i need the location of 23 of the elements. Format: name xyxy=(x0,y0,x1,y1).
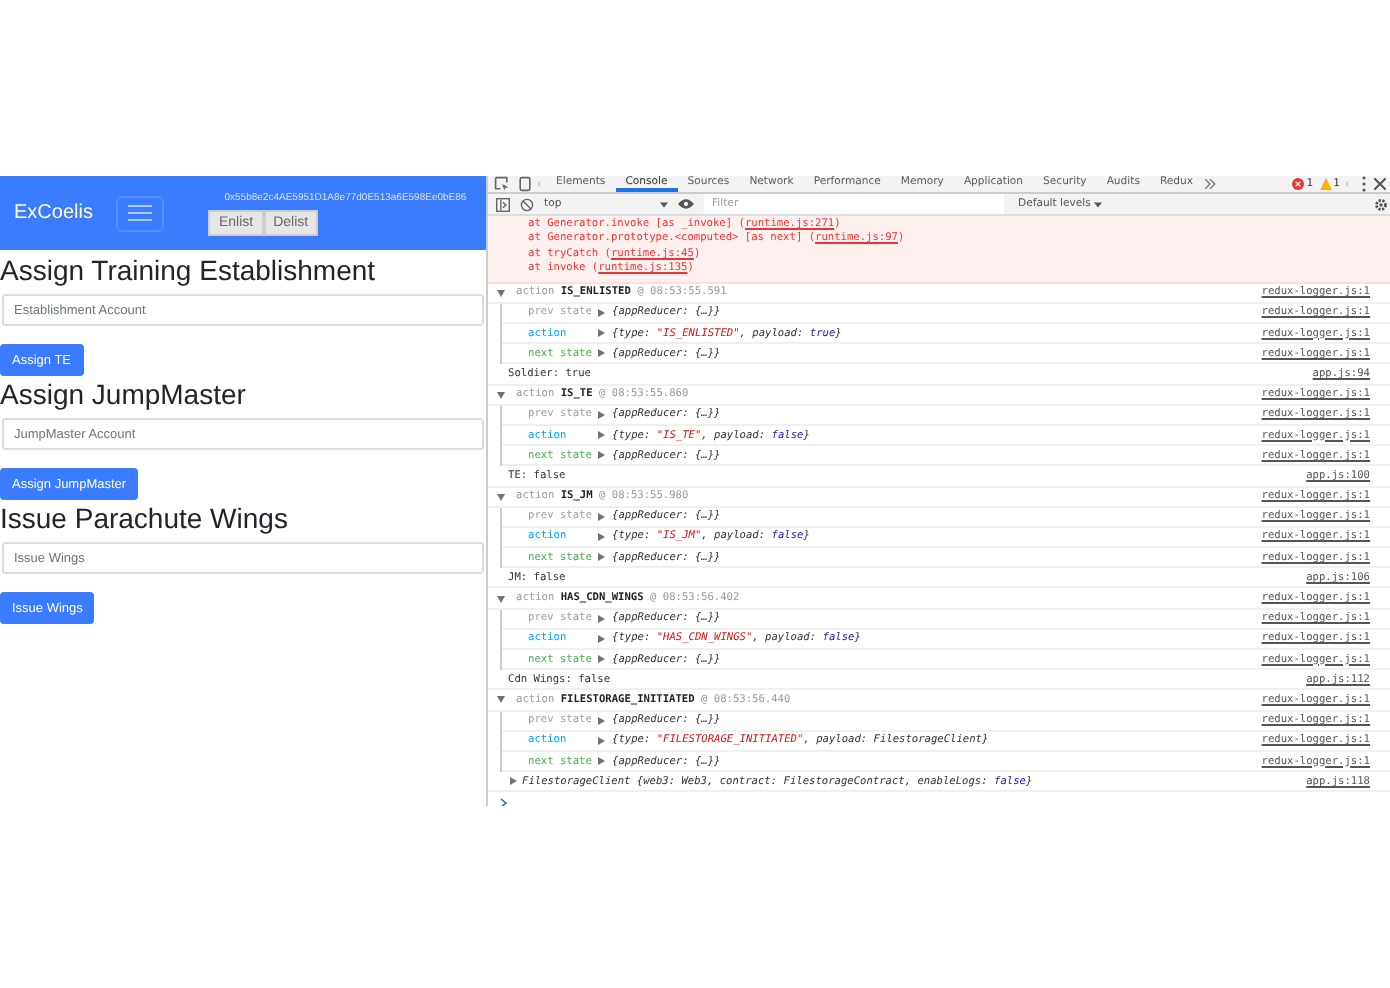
more-tabs-icon[interactable] xyxy=(1203,176,1216,192)
caret-icon xyxy=(660,201,668,207)
section-heading: Assign Training Establishment xyxy=(0,254,378,288)
eye-icon[interactable] xyxy=(678,198,694,210)
prompt-chevron-icon xyxy=(500,797,508,806)
expand-arrow-icon[interactable] xyxy=(496,593,506,604)
expand-arrow-icon[interactable] xyxy=(508,776,518,787)
settings-icon[interactable] xyxy=(1374,197,1388,211)
warning-icon xyxy=(1319,178,1332,190)
section-heading: Assign JumpMaster xyxy=(0,378,248,412)
device-icon[interactable] xyxy=(518,176,532,192)
close-icon[interactable] xyxy=(1374,176,1386,192)
inspect-icon[interactable] xyxy=(494,176,510,192)
sidebar-toggle-icon[interactable] xyxy=(496,197,510,211)
expand-arrow-icon[interactable] xyxy=(496,491,506,502)
caret-icon xyxy=(1094,201,1103,207)
section-heading: Issue Parachute Wings xyxy=(0,502,290,536)
expand-arrow-icon[interactable] xyxy=(496,389,506,400)
clear-console-icon[interactable] xyxy=(520,197,534,211)
expand-arrow-icon[interactable] xyxy=(496,694,506,705)
menu-icon xyxy=(128,204,153,222)
brand-name[interactable]: ExCoelis xyxy=(14,202,93,224)
expand-arrow-icon[interactable] xyxy=(496,287,506,298)
